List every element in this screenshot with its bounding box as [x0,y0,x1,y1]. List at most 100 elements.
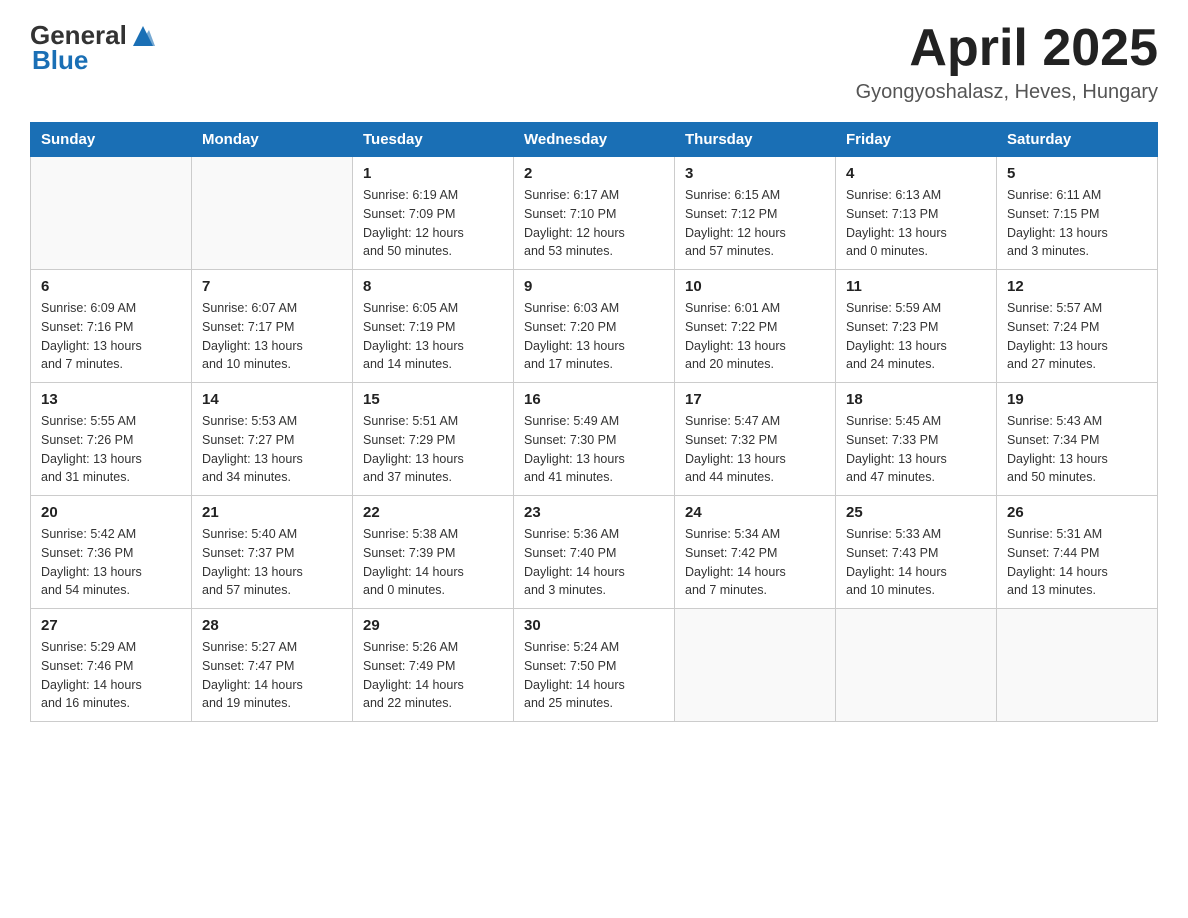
day-info: Sunrise: 5:43 AM Sunset: 7:34 PM Dayligh… [1007,412,1147,487]
day-info: Sunrise: 5:31 AM Sunset: 7:44 PM Dayligh… [1007,525,1147,600]
calendar-day-cell: 21 Sunrise: 5:40 AM Sunset: 7:37 PM Dayli… [192,496,353,609]
day-number: 12 [1007,278,1147,295]
day-number: 29 [363,617,503,634]
calendar-week-row: 13Sunrise: 5:55 AM Sunset: 7:26 PM Dayli… [31,383,1158,496]
calendar-day-cell: 29Sunrise: 5:26 AM Sunset: 7:49 PM Dayli… [353,609,514,722]
calendar-day-cell: 24Sunrise: 5:34 AM Sunset: 7:42 PM Dayli… [675,496,836,609]
day-info: Sunrise: 5:47 AM Sunset: 7:32 PM Dayligh… [685,412,825,487]
day-number: 5 [1007,165,1147,182]
calendar-week-row: 20 Sunrise: 5:42 AM Sunset: 7:36 PM Dayli… [31,496,1158,609]
day-number: 26 [1007,504,1147,521]
calendar-col-header: Sunday [31,123,192,157]
day-info: Sunrise: 5:53 AM Sunset: 7:27 PM Dayligh… [202,412,342,487]
calendar-day-cell: 20 Sunrise: 5:42 AM Sunset: 7:36 PM Dayli… [31,496,192,609]
day-info: Sunrise: 5:45 AM Sunset: 7:33 PM Dayligh… [846,412,986,487]
day-info: Sunrise: 5:24 AM Sunset: 7:50 PM Dayligh… [524,638,664,713]
day-info: Sunrise: 6:17 AM Sunset: 7:10 PM Dayligh… [524,186,664,261]
day-number: 11 [846,278,986,295]
calendar-day-cell: 19Sunrise: 5:43 AM Sunset: 7:34 PM Dayli… [997,383,1158,496]
day-number: 17 [685,391,825,408]
calendar-day-cell: 23 Sunrise: 5:36 AM Sunset: 7:40 PM Dayli… [514,496,675,609]
day-number: 24 [685,504,825,521]
calendar-day-cell: 9 Sunrise: 6:03 AM Sunset: 7:20 PM Daylig… [514,270,675,383]
calendar-day-cell: 7 Sunrise: 6:07 AM Sunset: 7:17 PM Daylig… [192,270,353,383]
day-number: 25 [846,504,986,521]
day-number: 8 [363,278,503,295]
calendar-day-cell: 4Sunrise: 6:13 AM Sunset: 7:13 PM Daylig… [836,157,997,270]
day-number: 16 [524,391,664,408]
calendar-day-cell: 1Sunrise: 6:19 AM Sunset: 7:09 PM Daylig… [353,157,514,270]
calendar-day-cell: 10 Sunrise: 6:01 AM Sunset: 7:22 PM Dayli… [675,270,836,383]
day-info: Sunrise: 5:49 AM Sunset: 7:30 PM Dayligh… [524,412,664,487]
calendar-day-cell [31,157,192,270]
logo-text-blue: Blue [32,45,157,76]
calendar-week-row: 1Sunrise: 6:19 AM Sunset: 7:09 PM Daylig… [31,157,1158,270]
calendar-day-cell: 28Sunrise: 5:27 AM Sunset: 7:47 PM Dayli… [192,609,353,722]
calendar-day-cell: 6 Sunrise: 6:09 AM Sunset: 7:16 PM Daylig… [31,270,192,383]
calendar-day-cell: 11 Sunrise: 5:59 AM Sunset: 7:23 PM Dayli… [836,270,997,383]
day-number: 22 [363,504,503,521]
day-info: Sunrise: 6:07 AM Sunset: 7:17 PM Dayligh… [202,299,342,374]
day-info: Sunrise: 5:36 AM Sunset: 7:40 PM Dayligh… [524,525,664,600]
day-number: 23 [524,504,664,521]
day-info: Sunrise: 5:57 AM Sunset: 7:24 PM Dayligh… [1007,299,1147,374]
day-number: 7 [202,278,342,295]
day-number: 1 [363,165,503,182]
day-number: 10 [685,278,825,295]
calendar-col-header: Tuesday [353,123,514,157]
calendar-col-header: Monday [192,123,353,157]
day-info: Sunrise: 5:38 AM Sunset: 7:39 PM Dayligh… [363,525,503,600]
calendar-col-header: Saturday [997,123,1158,157]
logo: General Blue [30,20,157,76]
day-number: 13 [41,391,181,408]
calendar-day-cell: 3 Sunrise: 6:15 AM Sunset: 7:12 PM Daylig… [675,157,836,270]
day-number: 6 [41,278,181,295]
calendar-day-cell: 2 Sunrise: 6:17 AM Sunset: 7:10 PM Daylig… [514,157,675,270]
day-number: 14 [202,391,342,408]
calendar-day-cell [997,609,1158,722]
calendar-col-header: Thursday [675,123,836,157]
day-info: Sunrise: 5:40 AM Sunset: 7:37 PM Dayligh… [202,525,342,600]
day-info: Sunrise: 5:33 AM Sunset: 7:43 PM Dayligh… [846,525,986,600]
calendar-day-cell [192,157,353,270]
calendar-table: SundayMondayTuesdayWednesdayThursdayFrid… [30,122,1158,722]
calendar-day-cell: 14 Sunrise: 5:53 AM Sunset: 7:27 PM Dayli… [192,383,353,496]
calendar-header-row: SundayMondayTuesdayWednesdayThursdayFrid… [31,123,1158,157]
day-number: 21 [202,504,342,521]
day-info: Sunrise: 5:29 AM Sunset: 7:46 PM Dayligh… [41,638,181,713]
day-info: Sunrise: 6:13 AM Sunset: 7:13 PM Dayligh… [846,186,986,261]
day-info: Sunrise: 5:27 AM Sunset: 7:47 PM Dayligh… [202,638,342,713]
calendar-day-cell: 18 Sunrise: 5:45 AM Sunset: 7:33 PM Dayli… [836,383,997,496]
calendar-col-header: Friday [836,123,997,157]
calendar-day-cell: 12 Sunrise: 5:57 AM Sunset: 7:24 PM Dayli… [997,270,1158,383]
day-info: Sunrise: 6:11 AM Sunset: 7:15 PM Dayligh… [1007,186,1147,261]
day-info: Sunrise: 6:03 AM Sunset: 7:20 PM Dayligh… [524,299,664,374]
day-number: 3 [685,165,825,182]
day-number: 18 [846,391,986,408]
day-info: Sunrise: 6:15 AM Sunset: 7:12 PM Dayligh… [685,186,825,261]
calendar-day-cell: 8 Sunrise: 6:05 AM Sunset: 7:19 PM Daylig… [353,270,514,383]
calendar-col-header: Wednesday [514,123,675,157]
day-number: 20 [41,504,181,521]
day-info: Sunrise: 5:59 AM Sunset: 7:23 PM Dayligh… [846,299,986,374]
day-info: Sunrise: 6:01 AM Sunset: 7:22 PM Dayligh… [685,299,825,374]
calendar-day-cell [675,609,836,722]
page-header: General Blue April 2025 Gyongyoshalasz, … [30,20,1158,104]
calendar-day-cell: 30Sunrise: 5:24 AM Sunset: 7:50 PM Dayli… [514,609,675,722]
calendar-day-cell: 22 Sunrise: 5:38 AM Sunset: 7:39 PM Dayli… [353,496,514,609]
day-info: Sunrise: 5:42 AM Sunset: 7:36 PM Dayligh… [41,525,181,600]
day-info: Sunrise: 6:09 AM Sunset: 7:16 PM Dayligh… [41,299,181,374]
calendar-week-row: 27Sunrise: 5:29 AM Sunset: 7:46 PM Dayli… [31,609,1158,722]
title-block: April 2025 Gyongyoshalasz, Heves, Hungar… [856,20,1158,104]
day-info: Sunrise: 6:05 AM Sunset: 7:19 PM Dayligh… [363,299,503,374]
page-subtitle: Gyongyoshalasz, Heves, Hungary [856,81,1158,104]
day-number: 2 [524,165,664,182]
calendar-day-cell [836,609,997,722]
day-number: 9 [524,278,664,295]
calendar-week-row: 6 Sunrise: 6:09 AM Sunset: 7:16 PM Daylig… [31,270,1158,383]
calendar-day-cell: 25 Sunrise: 5:33 AM Sunset: 7:43 PM Dayli… [836,496,997,609]
calendar-day-cell: 17 Sunrise: 5:47 AM Sunset: 7:32 PM Dayli… [675,383,836,496]
calendar-day-cell: 16 Sunrise: 5:49 AM Sunset: 7:30 PM Dayli… [514,383,675,496]
day-number: 15 [363,391,503,408]
calendar-day-cell: 26 Sunrise: 5:31 AM Sunset: 7:44 PM Dayli… [997,496,1158,609]
